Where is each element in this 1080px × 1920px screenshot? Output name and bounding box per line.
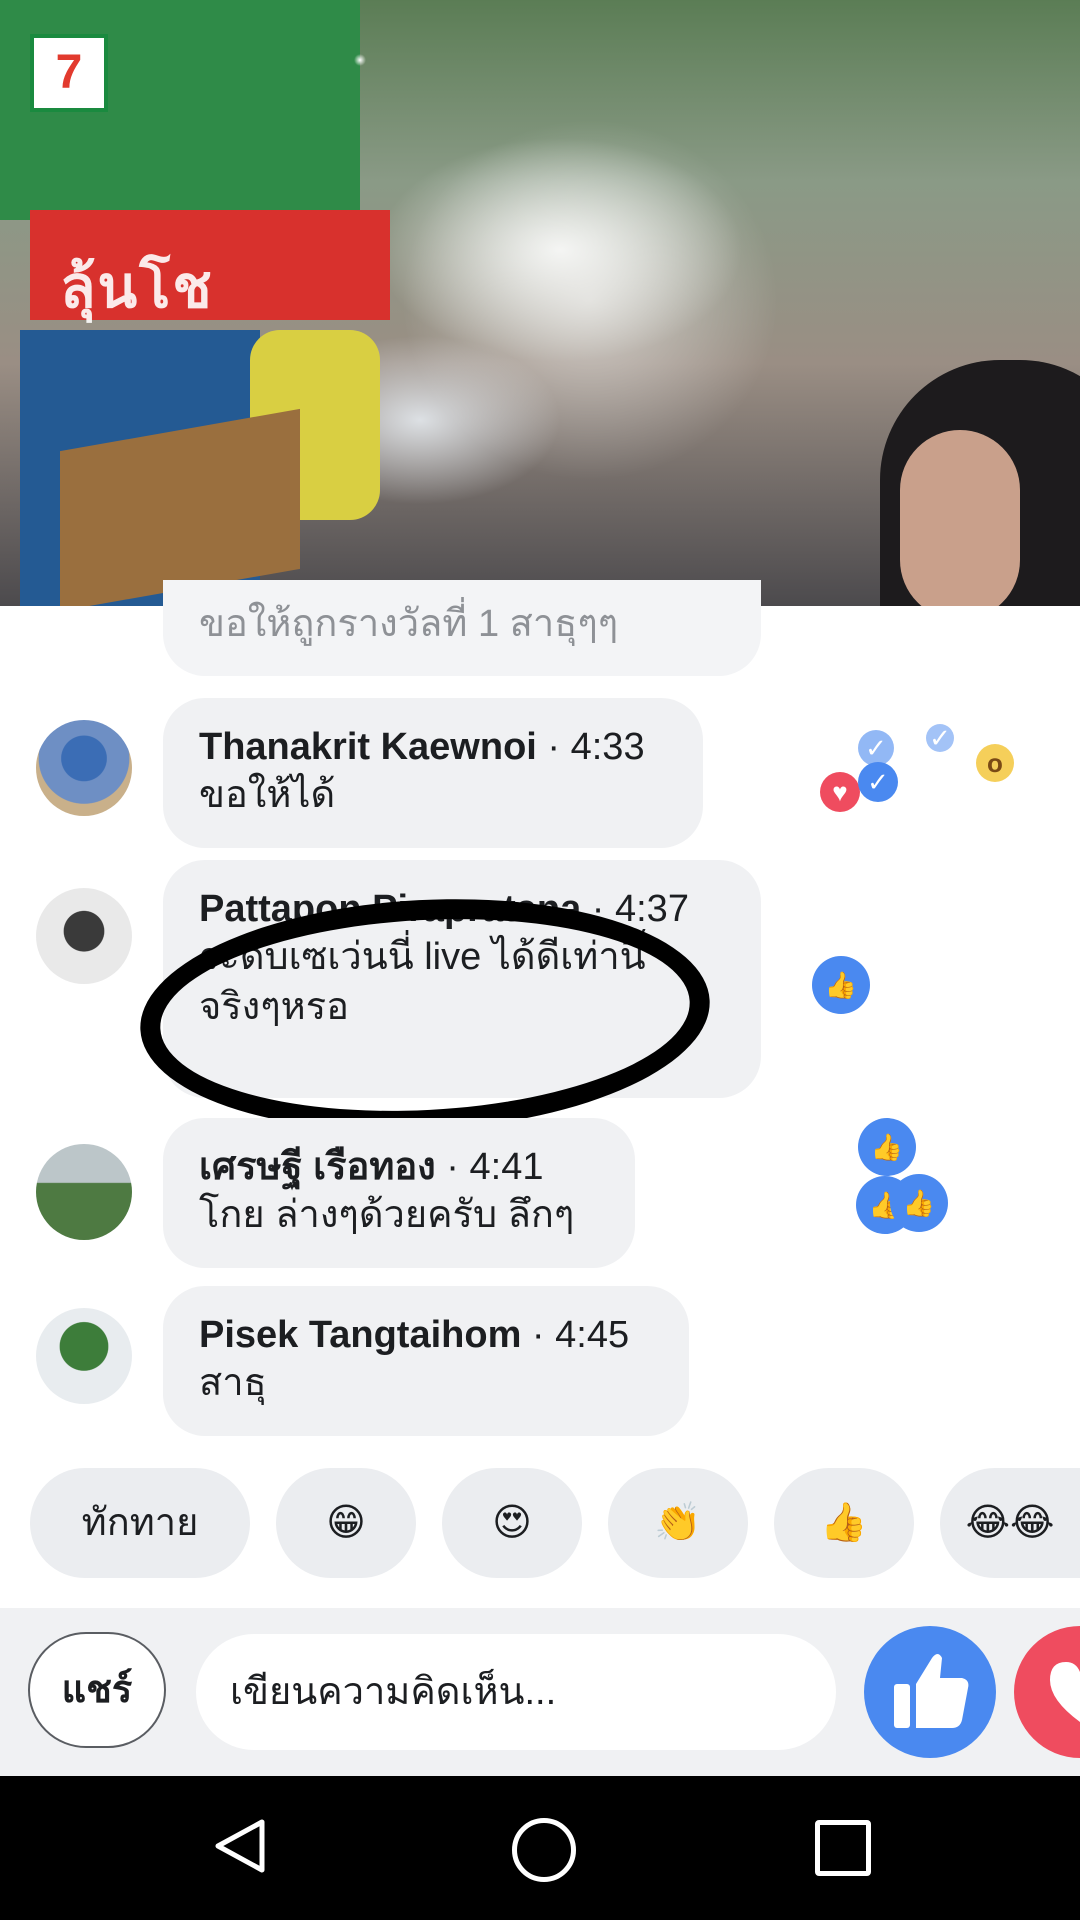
like-reaction-icon: 👍 [858, 1118, 916, 1176]
comment-text: ขอให้ได้ [199, 774, 336, 816]
heart-icon [1050, 1662, 1080, 1722]
avatar[interactable] [36, 888, 132, 984]
comment-author[interactable]: Pisek Tangtaihom [199, 1314, 521, 1356]
comment-author-line: เศรษฐี เรือทอง · 4:41 [199, 1144, 599, 1190]
comment-author-line: Thanakrit Kaewnoi · 4:33 [199, 724, 667, 770]
quick-reply-grin[interactable]: 😁 [276, 1468, 416, 1578]
comment-text: สาธุ [199, 1362, 267, 1404]
comment-bubble-partial[interactable]: ขอให้ถูกรางวัลที่ 1 สาธุๆๆ [163, 580, 761, 676]
share-button[interactable]: แชร์ [28, 1632, 166, 1748]
avatar[interactable] [36, 1144, 132, 1240]
love-button[interactable] [1014, 1626, 1080, 1758]
like-reaction-icon: ✓ [858, 762, 898, 802]
live-video-page: ลุ้นโช 7 ขอให้ถูกรางวัลที่ 1 สาธุๆๆ Than… [0, 0, 1080, 1920]
quick-reply-heart-eyes[interactable]: 😍 [442, 1468, 582, 1578]
comment-bubble[interactable]: เศรษฐี เรือทอง · 4:41 โกย ล่างๆด้วยครับ … [163, 1118, 635, 1268]
like-reaction-icon: ✓ [858, 730, 894, 766]
live-video[interactable]: ลุ้นโช 7 [0, 0, 1080, 606]
quick-reply-thumbs-up[interactable]: 👍 [774, 1468, 914, 1578]
confetti [330, 20, 850, 580]
quick-reply-laugh[interactable]: 😂😂 [940, 1468, 1080, 1578]
avatar[interactable] [36, 1308, 132, 1404]
recent-apps-icon[interactable] [815, 1820, 871, 1876]
quick-replies: ทักทาย 😁 😍 👏 👍 😂😂 [0, 1468, 1080, 1578]
comment-composer: แชร์ [0, 1608, 1080, 1776]
promo-banner-text: ลุ้นโช [60, 255, 214, 320]
system-nav-bar [0, 1776, 1080, 1920]
like-reaction-icon: 👍 [890, 1174, 948, 1232]
comment-time: · 4:41 [435, 1146, 544, 1188]
comment-bubble[interactable]: Pisek Tangtaihom · 4:45 สาธุ [163, 1286, 689, 1436]
store-logo: 7 [30, 34, 108, 112]
quick-reply-greeting[interactable]: ทักทาย [30, 1468, 250, 1578]
like-reaction-icon: ✓ [926, 724, 954, 752]
like-button[interactable] [864, 1626, 996, 1758]
quick-reply-clap[interactable]: 👏 [608, 1468, 748, 1578]
comment-bubble[interactable]: Thanakrit Kaewnoi · 4:33 ขอให้ได้ [163, 698, 703, 848]
comment-author-line: Pisek Tangtaihom · 4:45 [199, 1312, 653, 1358]
person-face [900, 430, 1020, 606]
like-reaction-icon: 👍 [812, 956, 870, 1014]
love-reaction-icon: ♥ [820, 772, 860, 812]
comment-text: โกย ล่างๆด้วยครับ ลึกๆ [199, 1194, 575, 1236]
wow-reaction-icon: o [976, 744, 1014, 782]
back-icon[interactable] [212, 1818, 268, 1874]
home-icon[interactable] [512, 1818, 576, 1882]
avatar[interactable] [36, 720, 132, 816]
thumbs-up-icon [894, 1654, 969, 1728]
comment-time: · 4:33 [536, 726, 645, 768]
comment-author[interactable]: เศรษฐี เรือทอง [199, 1146, 436, 1188]
comment-input[interactable] [196, 1634, 836, 1750]
comment-time: · 4:45 [521, 1314, 630, 1356]
comment-author[interactable]: Thanakrit Kaewnoi [199, 726, 537, 768]
comment-text: ขอให้ถูกรางวัลที่ 1 สาธุๆๆ [199, 603, 619, 645]
